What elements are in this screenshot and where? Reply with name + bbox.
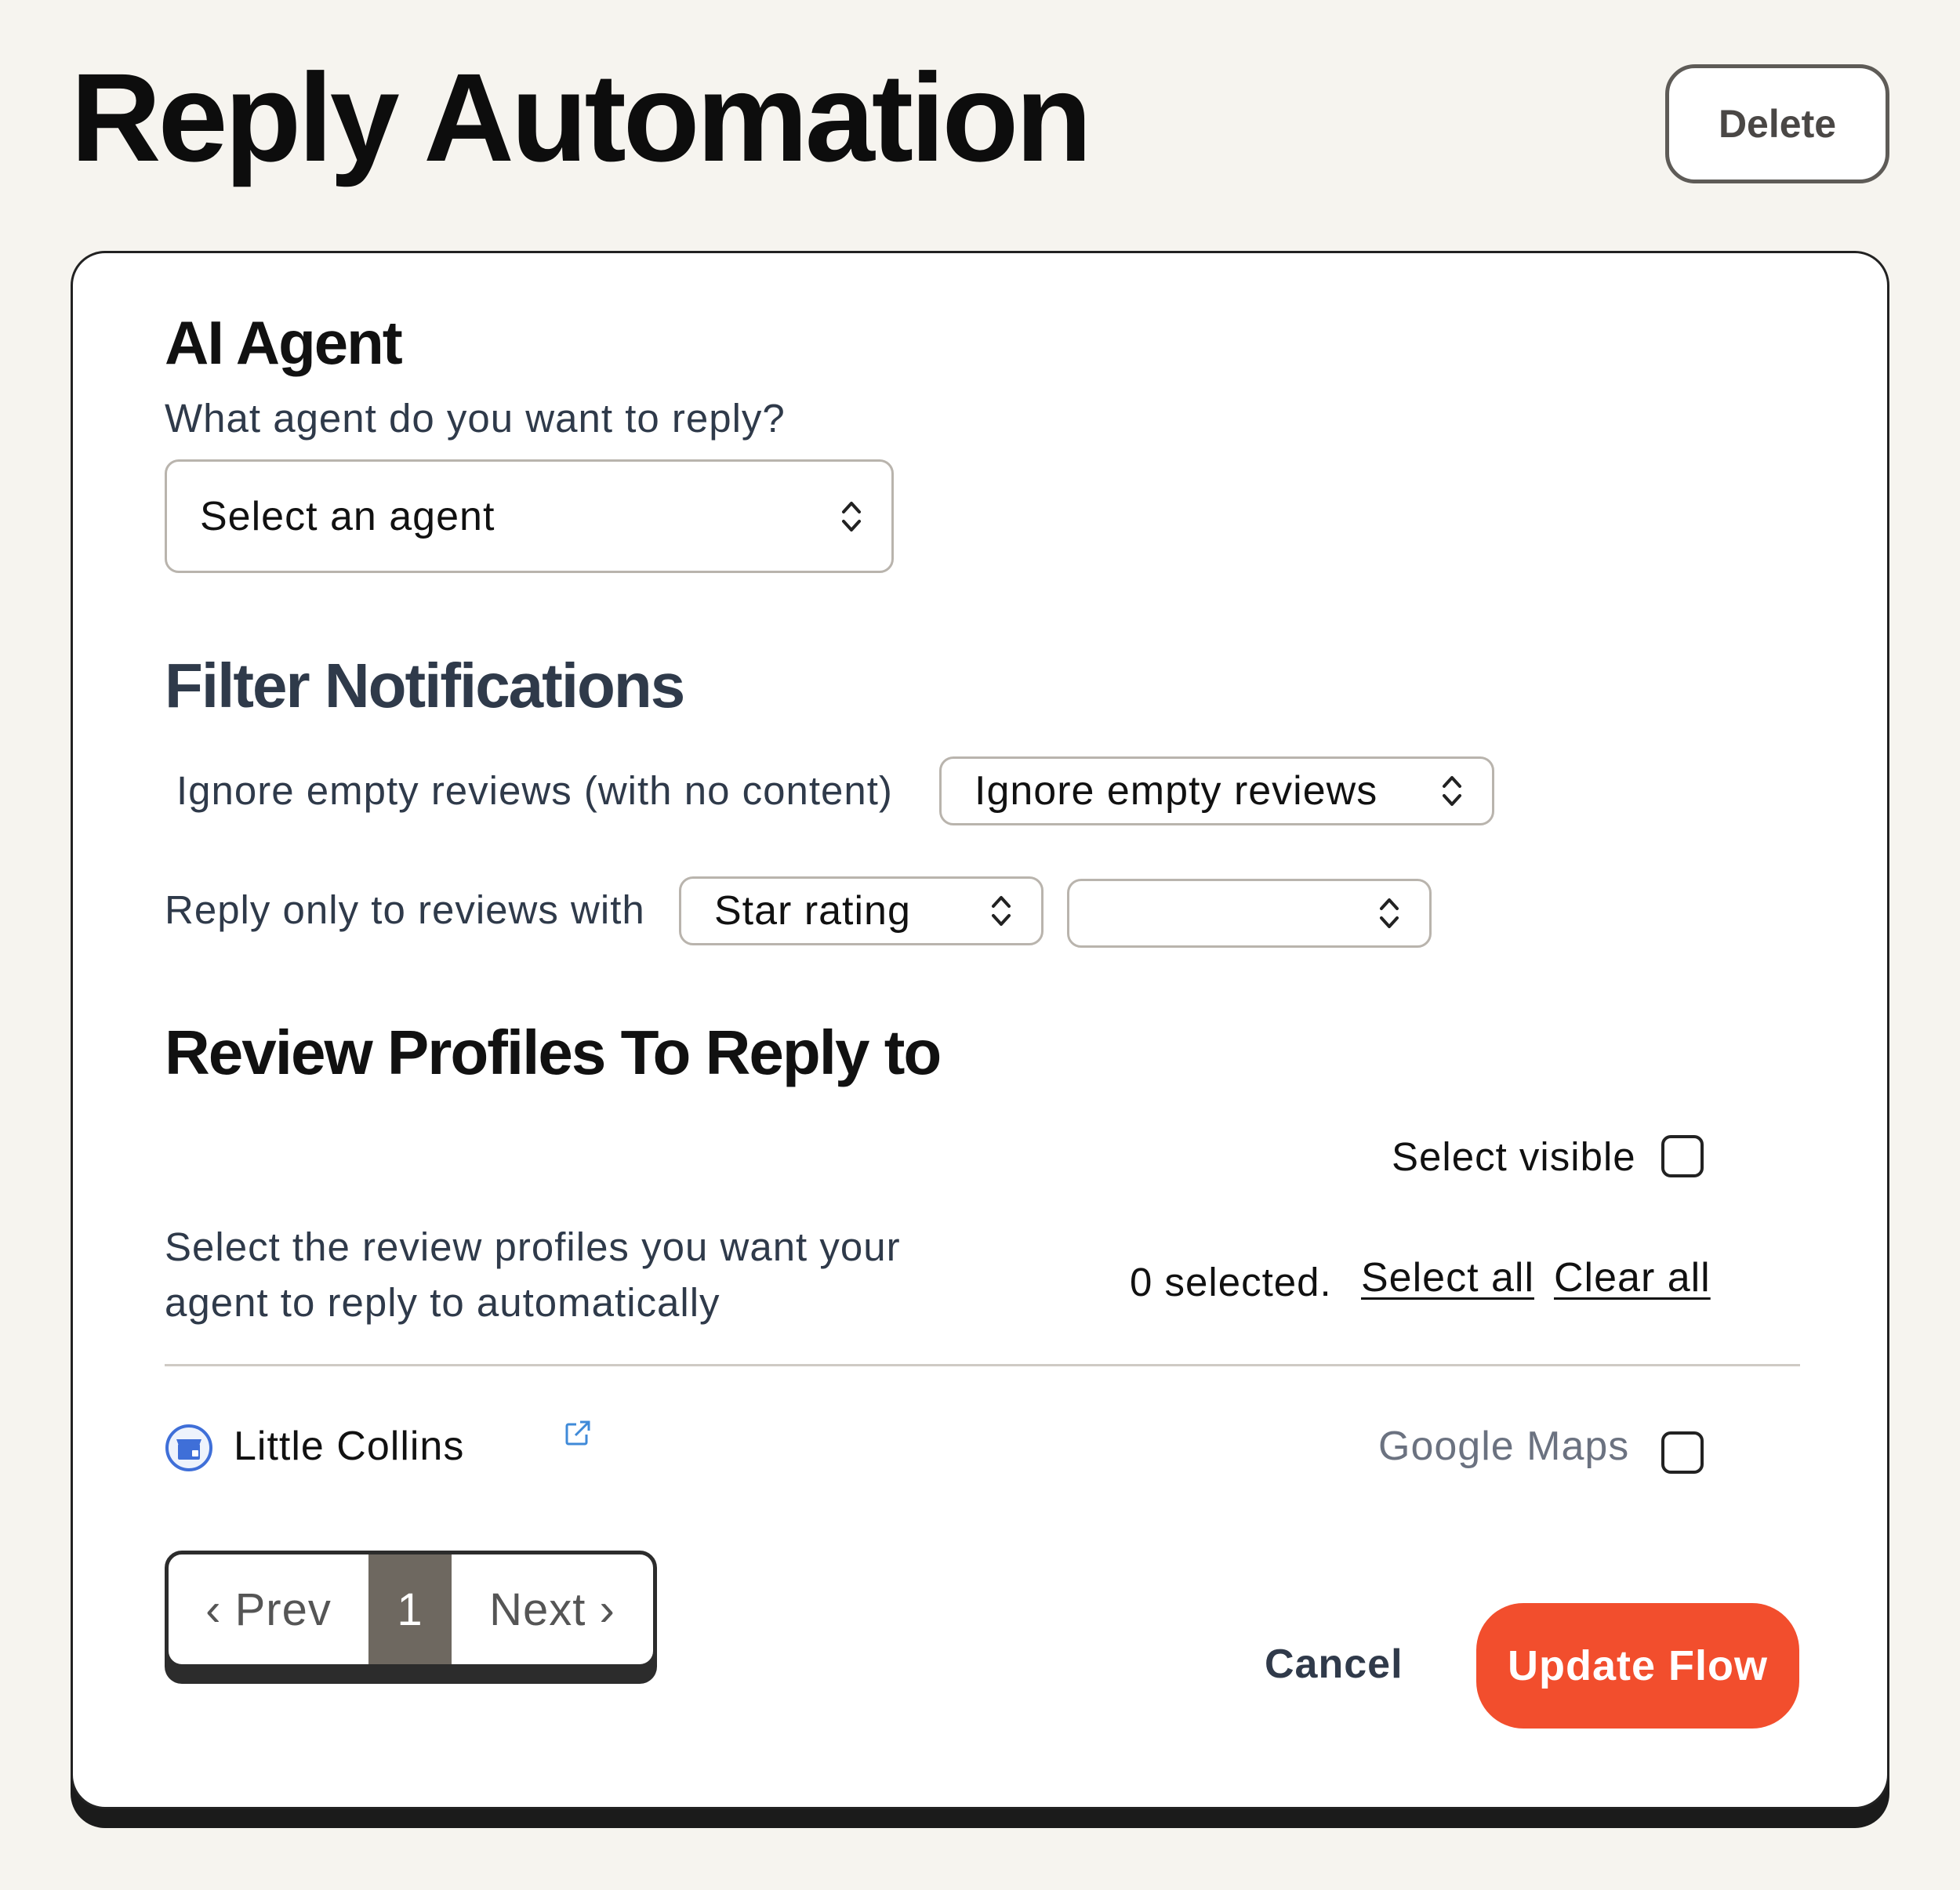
chevron-up-down-icon	[1380, 898, 1399, 928]
agent-question: What agent do you want to reply?	[165, 396, 786, 441]
chevron-up-down-icon	[842, 501, 861, 531]
page-header: Reply Automation Delete	[71, 47, 1889, 204]
star-rating-select[interactable]	[1067, 879, 1432, 948]
google-business-icon	[165, 1424, 212, 1471]
profiles-description: Select the review profiles you want your…	[165, 1224, 901, 1326]
external-link-icon[interactable]	[563, 1418, 593, 1448]
reply-criteria-select[interactable]: Star rating	[679, 876, 1044, 945]
ignore-empty-select[interactable]: Ignore empty reviews	[939, 756, 1494, 825]
reply-criteria-value: Star rating	[714, 888, 911, 934]
select-visible-checkbox[interactable]	[1661, 1135, 1704, 1177]
profile-source: Google Maps	[1378, 1424, 1630, 1469]
select-visible-label: Select visible	[1392, 1134, 1636, 1179]
update-flow-button[interactable]: Update Flow	[1476, 1603, 1799, 1729]
cancel-button[interactable]: Cancel	[1265, 1641, 1403, 1688]
profile-checkbox[interactable]	[1661, 1431, 1704, 1474]
ai-agent-title: AI Agent	[165, 308, 403, 377]
filter-title: Filter Notifications	[165, 651, 685, 720]
pagination: ‹ Prev 1 Next ›	[165, 1551, 657, 1668]
ignore-empty-value: Ignore empty reviews	[975, 768, 1378, 814]
clear-all-link[interactable]: Clear all	[1554, 1254, 1711, 1301]
chevron-up-down-icon	[1443, 776, 1461, 806]
pagination-prev-button[interactable]: ‹ Prev	[169, 1554, 368, 1664]
profiles-title: Review Profiles To Reply to	[165, 1018, 942, 1087]
agent-select-value: Select an agent	[200, 493, 495, 539]
agent-select[interactable]: Select an agent	[165, 459, 894, 573]
ignore-empty-label: Ignore empty reviews (with no content)	[176, 768, 893, 813]
delete-button[interactable]: Delete	[1665, 64, 1889, 183]
select-all-link[interactable]: Select all	[1361, 1254, 1534, 1301]
profiles-divider	[165, 1364, 1800, 1366]
page-title: Reply Automation	[71, 47, 1092, 187]
automation-card: AI Agent What agent do you want to reply…	[71, 251, 1889, 1809]
profile-name[interactable]: Little Collins	[234, 1423, 464, 1470]
selected-count: 0 selected.	[1130, 1260, 1332, 1304]
reply-only-label: Reply only to reviews with	[165, 887, 645, 932]
chevron-up-down-icon	[992, 896, 1011, 926]
profile-row: Little Collins Google Maps	[165, 1406, 1800, 1492]
pagination-current-page[interactable]: 1	[368, 1554, 452, 1664]
pagination-next-button[interactable]: Next ›	[452, 1554, 653, 1664]
